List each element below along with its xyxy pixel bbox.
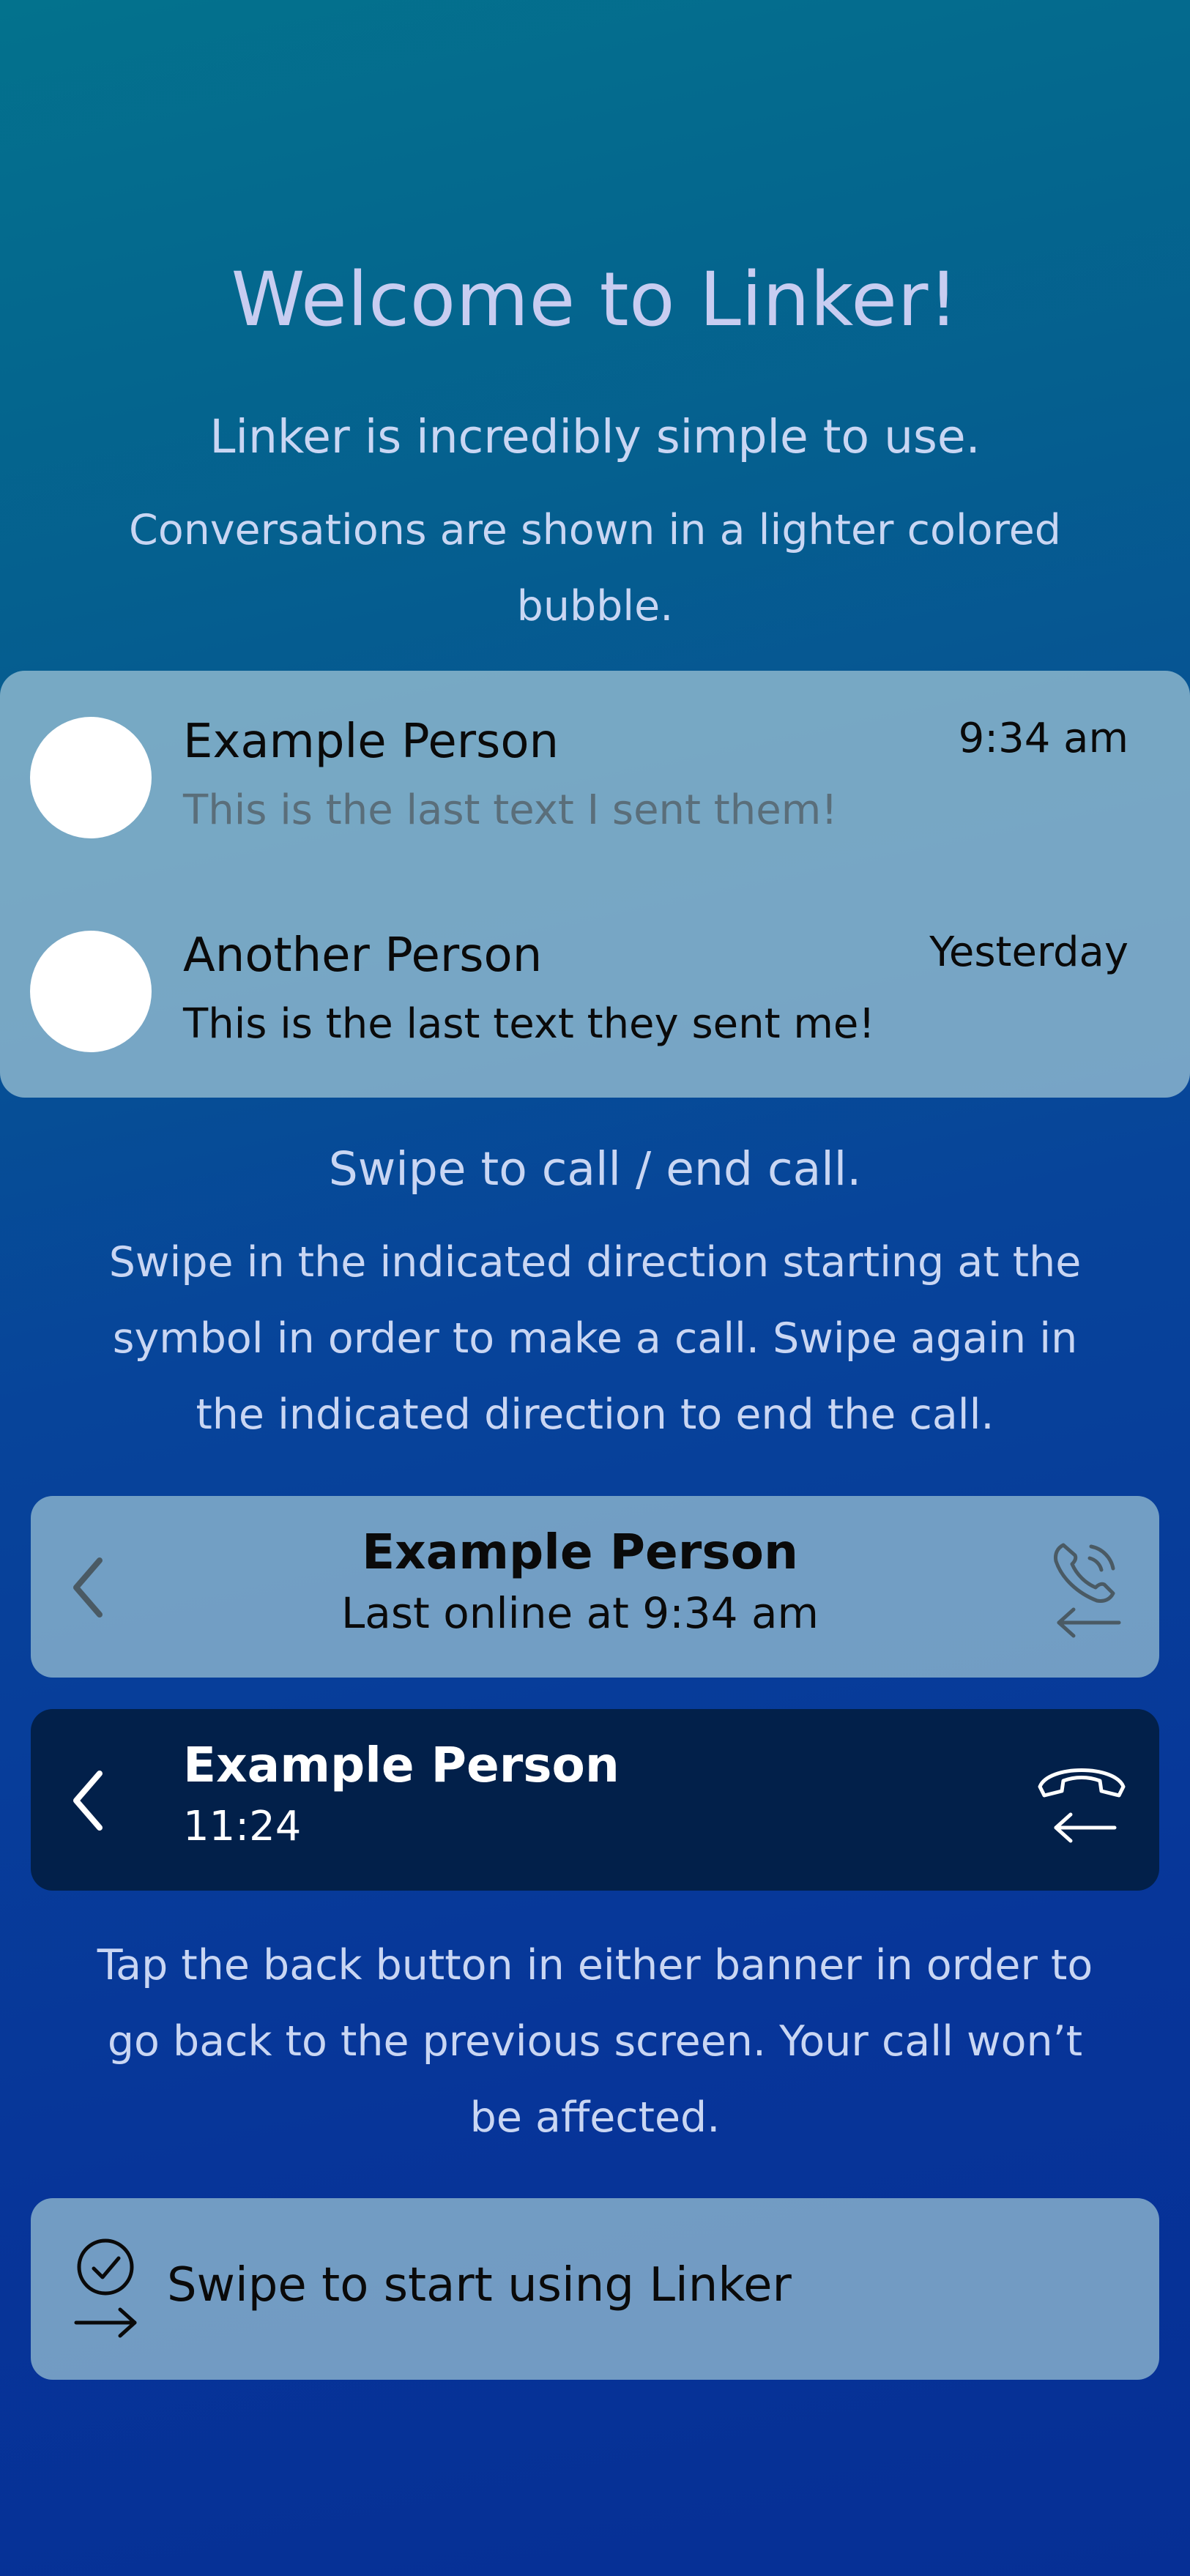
banner-contact-name: Example Person: [183, 1737, 620, 1793]
back-button-explanation: Tap the back button in either banner in …: [97, 1941, 1093, 2142]
phone-call-swipe-left-icon[interactable]: [1049, 1536, 1129, 1639]
conversation-list-panel: Example Person 9:34 am This is the last …: [0, 671, 1190, 1098]
bubble-explanation: Conversations are shown in a lighter col…: [129, 506, 1061, 630]
conversation-name: Example Person: [183, 715, 559, 769]
avatar: [30, 717, 152, 838]
conversation-time: 9:34 am: [958, 715, 1128, 762]
hang-up-swipe-left-icon[interactable]: [1034, 1757, 1129, 1845]
chat-banner-idle: Example Person Last online at 9:34 am: [31, 1496, 1159, 1678]
swipe-description: Swipe in the indicated direction startin…: [108, 1238, 1082, 1439]
conversation-last-message: This is the last text I sent them!: [183, 786, 838, 834]
start-swipe-panel[interactable]: Swipe to start using Linker: [31, 2198, 1159, 2380]
swipe-heading: Swipe to call / end call.: [328, 1142, 862, 1196]
intro-subtitle: Linker is incredibly simple to use.: [209, 410, 981, 464]
check-circle-arrow-right-icon[interactable]: [73, 2238, 139, 2340]
conversation-time: Yesterday: [929, 928, 1128, 976]
chat-banner-active-call: Example Person 11:24: [31, 1709, 1159, 1891]
conversation-name: Another Person: [183, 928, 543, 983]
conversation-item[interactable]: Another Person Yesterday This is the las…: [0, 883, 1190, 1098]
welcome-title: Welcome to Linker!: [231, 256, 959, 343]
conversation-item[interactable]: Example Person 9:34 am This is the last …: [0, 671, 1190, 883]
banner-status: Last online at 9:34 am: [341, 1588, 819, 1638]
chevron-left-icon[interactable]: [67, 1768, 111, 1834]
conversation-last-message: This is the last text they sent me!: [183, 1000, 875, 1048]
banner-contact-name: Example Person: [362, 1524, 798, 1580]
start-label: Swipe to start using Linker: [167, 2258, 792, 2312]
call-timer: 11:24: [183, 1803, 302, 1850]
avatar: [30, 931, 152, 1052]
